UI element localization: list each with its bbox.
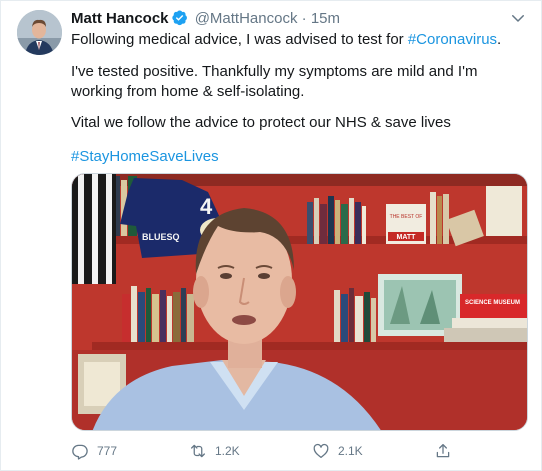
- retweet-icon: [190, 444, 206, 458]
- shirt-number: 4: [200, 194, 213, 219]
- reply-button[interactable]: 777: [71, 441, 117, 461]
- author-name[interactable]: Matt Hancock: [71, 10, 169, 27]
- tweet-paragraph-2: I've tested positive. Thankfully my symp…: [71, 63, 478, 100]
- reply-icon: [72, 444, 88, 460]
- like-count: 2.1K: [338, 444, 363, 458]
- share-icon: [436, 443, 450, 458]
- share-button[interactable]: [434, 441, 460, 461]
- book-name: MATT: [397, 234, 417, 241]
- tweet-line-1-text: Following medical advice, I was advised …: [71, 31, 408, 48]
- avatar-image: [17, 10, 62, 55]
- shirt-text: BLUESQ: [142, 232, 180, 242]
- tweet-actions: 777 1.2K 2.1K: [71, 441, 528, 461]
- timestamp[interactable]: 15m: [311, 10, 340, 27]
- caret-down-icon[interactable]: [509, 9, 527, 27]
- tweet-card[interactable]: Matt Hancock @MattHancock · 15m Followin…: [0, 0, 542, 471]
- verified-icon: [171, 9, 188, 32]
- author-handle[interactable]: @MattHancock: [195, 10, 298, 27]
- hashtag-coronavirus[interactable]: #Coronavirus: [408, 31, 497, 48]
- retweet-count: 1.2K: [215, 444, 240, 458]
- tweet-line-1: Following medical advice, I was advised …: [71, 30, 501, 50]
- tweet-line-1-end: .: [497, 31, 502, 48]
- retweet-button[interactable]: 1.2K: [189, 441, 240, 461]
- book-title: THE BEST OF: [390, 214, 423, 220]
- reply-count: 777: [97, 444, 118, 458]
- museum-label: SCIENCE MUSEUM: [465, 300, 520, 306]
- like-button[interactable]: 2.1K: [312, 441, 363, 461]
- tweet-video[interactable]: THE BEST OF MATT 4 BLUESQ SCIENCE MUSEUM: [71, 173, 528, 431]
- tweet-paragraph-3: Vital we follow the advice to protect ou…: [71, 114, 451, 131]
- video-frame: THE BEST OF MATT 4 BLUESQ SCIENCE MUSEUM: [72, 174, 527, 430]
- separator-dot: ·: [301, 10, 307, 27]
- tweet-header: Matt Hancock @MattHancock · 15m: [71, 9, 501, 29]
- hashtag-stayhomesavelives[interactable]: #StayHomeSaveLives: [71, 148, 219, 165]
- like-icon: [313, 443, 329, 459]
- avatar[interactable]: [17, 10, 62, 55]
